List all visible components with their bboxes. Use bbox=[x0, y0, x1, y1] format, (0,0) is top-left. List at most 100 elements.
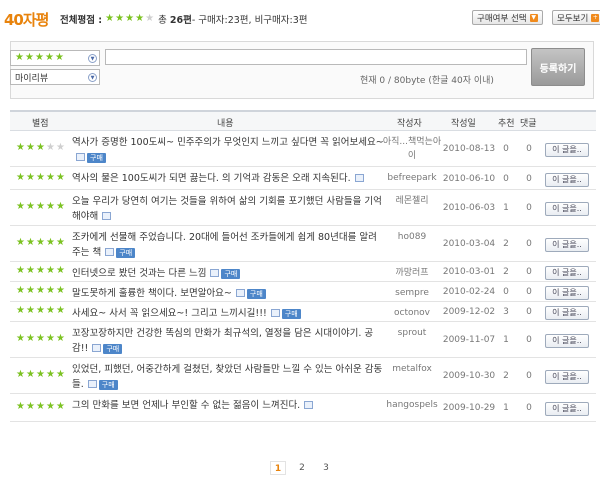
star-icon: ★ bbox=[55, 52, 64, 63]
comment-count: 0 bbox=[526, 371, 532, 381]
buy-badge: 구매 bbox=[116, 248, 136, 258]
review-author[interactable]: octonov bbox=[382, 306, 442, 320]
star-icon: ★ bbox=[26, 401, 35, 412]
star-icon: ★ bbox=[36, 401, 45, 412]
review-date: 2010-08-13 bbox=[442, 144, 496, 154]
comment-icon[interactable] bbox=[210, 269, 220, 277]
section-logo: 40자평 bbox=[4, 11, 49, 29]
star-icon: ★ bbox=[56, 401, 65, 412]
star-icon: ★ bbox=[46, 172, 55, 183]
star-icon: ★ bbox=[16, 265, 25, 276]
review-date: 2010-03-01 bbox=[442, 267, 496, 277]
review-author[interactable]: 아직...책먹는아이 bbox=[382, 135, 442, 163]
col-content: 내용 bbox=[217, 119, 234, 129]
review-author[interactable]: ho089 bbox=[382, 230, 442, 244]
review-author[interactable]: 레몬젤리 bbox=[382, 194, 442, 208]
row-stars: ★ ★ ★ ★ ★ bbox=[16, 402, 66, 412]
review-author[interactable]: metalfox bbox=[382, 362, 442, 376]
star-icon: ★ bbox=[46, 201, 55, 212]
review-type-select[interactable]: 마이리뷰 ▼ bbox=[10, 69, 100, 85]
table-header: 별점 내용 작성자 작성일 추천 댓글 bbox=[10, 112, 596, 131]
star-icon: ★ bbox=[46, 305, 55, 316]
comment-icon[interactable] bbox=[92, 344, 102, 352]
page-link[interactable]: 3 bbox=[318, 461, 334, 475]
star-icon: ★ bbox=[26, 201, 35, 212]
buyer-counts: - 구매자:23편, 비구매자:3편 bbox=[191, 15, 308, 26]
more-button[interactable]: 이 글을.. bbox=[545, 370, 589, 384]
star-icon: ★ bbox=[16, 172, 25, 183]
row-stars: ★ ★ ★ ★ ★ bbox=[16, 143, 66, 153]
recommend-count: 2 bbox=[503, 239, 509, 249]
review-author[interactable]: befreepark bbox=[382, 171, 442, 185]
comment-count: 0 bbox=[526, 174, 532, 184]
review-text: 말도못하게 훌륭한 책이다. 보면알아요~ bbox=[72, 288, 232, 299]
star-icon: ★ bbox=[16, 401, 25, 412]
row-stars: ★ ★ ★ ★ ★ bbox=[16, 202, 66, 212]
review-author[interactable]: 까망러프 bbox=[382, 266, 442, 280]
comment-count: 0 bbox=[526, 144, 532, 154]
page-link[interactable]: 2 bbox=[294, 461, 310, 475]
review-content: 있었던, 피했던, 어중간하게 걸쳤던, 찾았던 사람들만 느낄 수 있는 아쉬… bbox=[72, 362, 384, 392]
more-button[interactable]: 이 글을.. bbox=[545, 143, 589, 157]
star-icon: ★ bbox=[125, 13, 135, 24]
row-stars: ★ ★ ★ ★ ★ bbox=[16, 334, 66, 344]
more-button[interactable]: 이 글을.. bbox=[545, 402, 589, 416]
comment-count: 0 bbox=[526, 335, 532, 345]
buy-badge: 구매 bbox=[98, 380, 118, 390]
star-icon: ★ bbox=[15, 52, 24, 63]
pagination: 123 bbox=[270, 461, 334, 475]
review-author[interactable]: sprout bbox=[382, 326, 442, 340]
review-content: 오늘 우리가 당연히 여기는 것들을 위하여 삶의 기회를 포기했던 사람들을 … bbox=[72, 194, 384, 224]
buy-filter-button[interactable]: 구매여부 선택 ▼ bbox=[472, 10, 543, 25]
comment-icon[interactable] bbox=[304, 401, 314, 409]
review-text: 사세요~ 사서 꼭 읽으세요~! 그리고 느끼시길!!! bbox=[72, 308, 267, 319]
review-content: 말도못하게 훌륭한 책이다. 보면알아요~ 구매 bbox=[72, 286, 384, 301]
review-text-input[interactable] bbox=[105, 49, 527, 65]
table-row: ★ ★ ★ ★ ★ 오늘 우리가 당연히 여기는 것들을 위하여 삶의 기회를 포기했던 … bbox=[10, 190, 596, 226]
table-row: ★ ★ ★ ★ ★ 역사가 증명한 100도씨~ 민주주의가 무엇인지 느끼고 싶다면 꼭… bbox=[10, 131, 596, 167]
star-icon: ★ bbox=[36, 305, 45, 316]
recommend-count: 1 bbox=[503, 335, 509, 345]
review-author[interactable]: sempre bbox=[382, 286, 442, 300]
recommend-count: 2 bbox=[503, 371, 509, 381]
more-button[interactable]: 이 글을.. bbox=[545, 306, 589, 320]
review-list: ★ ★ ★ ★ ★ 역사가 증명한 100도씨~ 민주주의가 무엇인지 느끼고 싶다면 꼭… bbox=[10, 131, 596, 422]
star-icon: ★ bbox=[145, 13, 155, 24]
more-button[interactable]: 이 글을.. bbox=[545, 173, 589, 187]
review-content: 조카에게 선물해 주었습니다. 20대에 들어선 조카들에게 쉽게 80년대를 … bbox=[72, 230, 384, 260]
review-date: 2009-10-30 bbox=[442, 371, 496, 381]
comment-icon[interactable] bbox=[235, 289, 245, 297]
star-icon: ★ bbox=[46, 142, 55, 153]
rating-summary: 전체평점 : ★ ★ ★ ★ ★ 총 26편 - 구매자:23편, 비구매자:3편 bbox=[60, 12, 308, 27]
table-row: ★ ★ ★ ★ ★ 사세요~ 사서 꼭 읽으세요~! 그리고 느끼시길!!! 구매 octon… bbox=[10, 302, 596, 322]
more-button[interactable]: 이 글을.. bbox=[545, 334, 589, 348]
comment-icon[interactable] bbox=[87, 380, 97, 388]
comment-icon[interactable] bbox=[270, 309, 280, 317]
rating-select[interactable]: ★ ★ ★ ★ ★ ▼ bbox=[10, 50, 100, 66]
review-author[interactable]: hangospels bbox=[382, 398, 442, 412]
review-table: 별점 내용 작성자 작성일 추천 댓글 ★ ★ ★ ★ ★ 역사가 증명한 100도씨~ … bbox=[10, 110, 596, 422]
more-button[interactable]: 이 글을.. bbox=[545, 286, 589, 300]
star-icon: ★ bbox=[56, 305, 65, 316]
more-button[interactable]: 이 글을.. bbox=[545, 266, 589, 280]
submit-button[interactable]: 등록하기 bbox=[531, 48, 585, 86]
star-icon: ★ bbox=[115, 13, 125, 24]
comment-icon[interactable] bbox=[354, 174, 364, 182]
star-icon: ★ bbox=[36, 265, 45, 276]
star-icon: ★ bbox=[46, 237, 55, 248]
star-icon: ★ bbox=[16, 237, 25, 248]
more-button[interactable]: 이 글을.. bbox=[545, 238, 589, 252]
page-link[interactable]: 1 bbox=[270, 461, 286, 475]
comment-count: 0 bbox=[526, 239, 532, 249]
more-button[interactable]: 이 글을.. bbox=[545, 202, 589, 216]
star-icon: ★ bbox=[26, 142, 35, 153]
comment-icon[interactable] bbox=[76, 153, 85, 161]
comment-icon[interactable] bbox=[102, 212, 112, 220]
comment-icon[interactable] bbox=[105, 248, 115, 256]
star-icon: ★ bbox=[16, 369, 25, 380]
comment-count: 0 bbox=[526, 287, 532, 297]
review-content: 인터넷으로 봤던 것과는 다른 느낌 구매 bbox=[72, 266, 384, 281]
total-count: 26편 bbox=[169, 15, 192, 26]
col-comments: 댓글 bbox=[520, 119, 537, 129]
view-all-button[interactable]: 모두보기 + bbox=[552, 10, 600, 25]
